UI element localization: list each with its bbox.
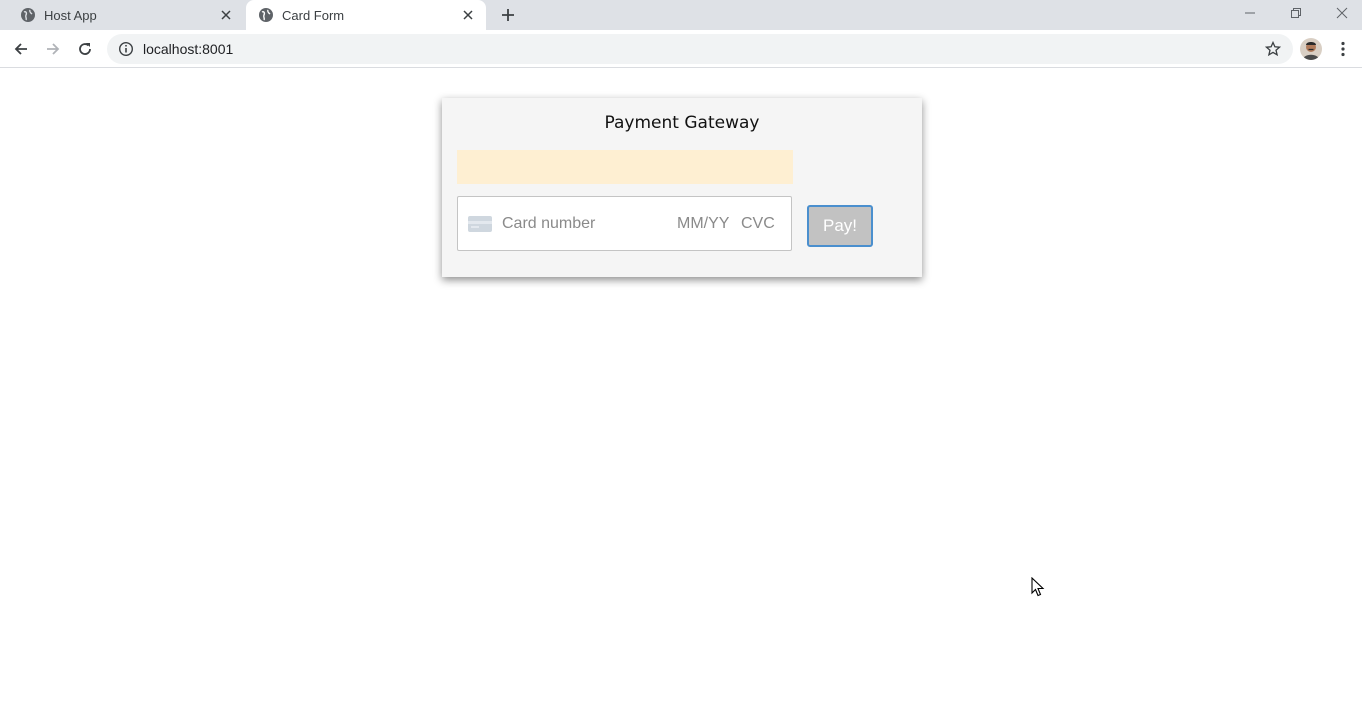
back-button[interactable] [8,36,34,62]
card-number-field[interactable]: Card number [502,215,672,233]
tab-card-form[interactable]: Card Form [246,0,486,30]
new-tab-button[interactable] [497,5,519,25]
card-input[interactable]: Card number MM/YY CVC [457,196,792,251]
avatar[interactable] [1300,38,1322,60]
reload-button[interactable] [72,36,98,62]
tab-host-app[interactable]: Host App [8,0,244,30]
restore-button[interactable] [1274,0,1318,26]
minimize-icon [1245,12,1255,14]
page-title: Payment Gateway [604,113,760,133]
profile-icon [1300,38,1322,60]
minimize-button[interactable] [1228,0,1272,26]
close-icon[interactable] [460,7,476,23]
pay-button[interactable]: Pay! [807,205,873,247]
tab-title: Card Form [282,7,345,23]
info-icon[interactable] [118,41,134,57]
kebab-icon [1341,41,1345,57]
star-icon[interactable] [1265,41,1281,57]
arrow-left-icon [14,43,27,55]
browser-toolbar: localhost:8001 [0,30,1362,68]
forward-button[interactable] [40,36,66,62]
tab-title: Host App [44,7,97,23]
reload-icon [79,43,91,55]
close-icon[interactable] [218,7,234,23]
restore-icon [1291,8,1301,18]
cvc-field[interactable]: CVC [741,215,775,233]
address-bar[interactable]: localhost:8001 [107,34,1293,64]
globe-icon [259,8,273,22]
payment-card: Payment Gateway Card number MM/YY CVC Pa… [442,98,922,277]
globe-icon [21,8,35,22]
arrow-right-icon [47,43,60,55]
close-window-button[interactable] [1320,0,1362,26]
expiry-field[interactable]: MM/YY [677,215,729,233]
url-text: localhost:8001 [143,41,234,57]
mouse-cursor-icon [1031,577,1045,597]
message-box [457,150,793,184]
tab-strip: Host App Card Form [0,0,1362,30]
close-icon [1336,7,1348,19]
credit-card-icon [468,215,492,232]
plus-icon [502,9,514,21]
menu-button[interactable] [1335,39,1351,59]
